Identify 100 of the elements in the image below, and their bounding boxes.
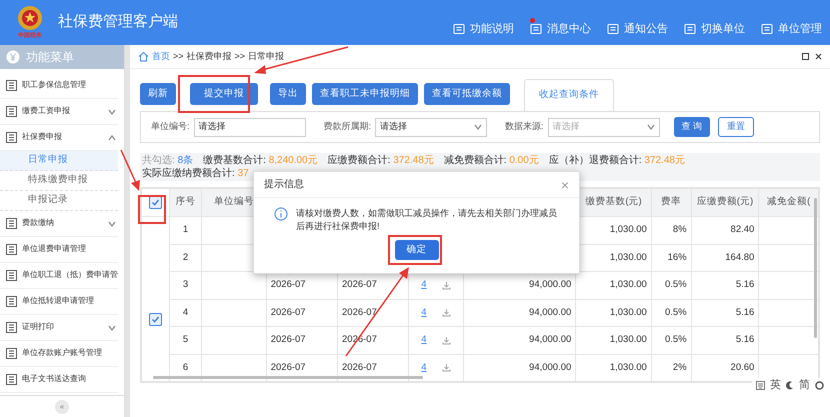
breadcrumb-item[interactable]: 首页	[152, 50, 170, 64]
dialog-title: 提示信息	[264, 178, 304, 192]
nav-icon	[761, 22, 773, 35]
input-field[interactable]: 请选择	[194, 118, 306, 136]
summary-item: 实际应缴纳费额合计: 37	[142, 167, 250, 180]
table-cell: 2026-07	[270, 306, 306, 318]
sidebar-item[interactable]: 单位存款账户账号管理	[0, 341, 118, 367]
column-header: 缴费基数(元)	[585, 196, 642, 208]
sidebar-item[interactable]: 费款缴纳	[0, 211, 118, 237]
toolbar-button[interactable]: 刷新	[140, 83, 176, 105]
count-link[interactable]: 4	[421, 306, 427, 320]
confirm-button[interactable]: 确定	[394, 240, 438, 260]
sidebar-item[interactable]: 缴费工资申报	[0, 99, 118, 125]
breadcrumb-separator: >>	[173, 50, 184, 63]
download-icon[interactable]	[442, 363, 451, 372]
download-icon[interactable]	[442, 336, 451, 345]
sidebar-subitem[interactable]: 申报记录	[0, 191, 118, 211]
table-cell: 0.5%	[664, 334, 687, 346]
table-cell: 2026-07	[342, 306, 377, 318]
count-link[interactable]: 4	[421, 333, 427, 348]
chevron-down-icon	[108, 108, 116, 116]
list-icon	[6, 244, 17, 255]
info-icon	[274, 207, 288, 221]
table-cell: 1,030.00	[610, 334, 647, 346]
column-header: 费率	[661, 196, 682, 208]
column-header: 应缴费额(元)	[696, 196, 754, 208]
collapse-button[interactable]: «	[55, 400, 69, 414]
toolbar-button[interactable]: 查看职工未申报明细	[312, 83, 418, 105]
table-cell: 1,030.00	[610, 224, 647, 236]
breadcrumb-item[interactable]: 日常申报	[248, 50, 284, 64]
search-button[interactable]: 查 询	[674, 117, 710, 137]
count-link[interactable]: 4	[421, 278, 427, 292]
restore-icon[interactable]	[802, 53, 809, 60]
header-nav-item[interactable]: 通知公告	[607, 20, 668, 37]
table-cell: 5.16	[736, 279, 754, 290]
table-cell: 1,030.00	[610, 306, 647, 318]
header-nav-item[interactable]: 切换单位	[684, 20, 745, 37]
sidebar-item[interactable]: 单位职工退（抵）费申请管	[0, 263, 118, 289]
table-cell: 16%	[668, 252, 687, 263]
sidebar-item[interactable]: 电子文书送达查询	[0, 367, 118, 393]
column-header: 单位编号	[214, 196, 254, 208]
list-icon	[6, 348, 17, 359]
chevron-down-icon	[108, 220, 116, 228]
sidebar-item[interactable]: 证明打印	[0, 315, 118, 341]
sidebar-subitem[interactable]: 特殊缴费申报	[0, 171, 118, 191]
checkbox[interactable]	[148, 312, 162, 326]
table-cell: 82.40	[730, 224, 754, 236]
list-icon	[6, 374, 17, 385]
filter-label: 费款所属期:	[324, 120, 372, 134]
header-nav-item[interactable]: 单位管理	[761, 20, 822, 37]
breadcrumb-item[interactable]: 社保费申报	[186, 50, 232, 64]
header-nav-item[interactable]: 功能说明	[453, 20, 514, 37]
list-icon	[6, 296, 17, 307]
close-button[interactable]: ×	[560, 178, 569, 192]
table-cell: 94,000.00	[529, 334, 572, 346]
table-cell: 0.5%	[664, 306, 687, 318]
app-title: 社保费管理客户端	[58, 12, 178, 32]
select-field[interactable]: 请选择	[548, 118, 660, 136]
sidebar-item[interactable]: 单位抵转退申请管理	[0, 289, 118, 315]
toolbar-button[interactable]: 提交申报	[190, 83, 258, 105]
select-field[interactable]: 请选择	[375, 118, 488, 136]
highlight-frame	[388, 235, 442, 265]
list-icon	[6, 80, 17, 91]
sidebar-title: 功能菜单	[26, 49, 74, 66]
collapse-filter-tab[interactable]: 收起查询条件	[524, 79, 614, 111]
table-cell: 94,000.00	[529, 362, 572, 373]
sidebar-subitem[interactable]: 日常申报	[0, 151, 118, 171]
download-icon[interactable]	[442, 308, 451, 318]
table-cell: 1,030.00	[610, 252, 647, 263]
annotation-arrow	[120, 150, 140, 191]
download-icon[interactable]	[442, 280, 451, 290]
chevron-down-icon	[474, 123, 482, 131]
summary-item: 应（补）退费额合计: 372.48元	[548, 154, 685, 167]
header-nav-item[interactable]: 消息中心	[530, 20, 591, 37]
table-cell: 2026-07	[342, 362, 377, 373]
list-icon	[6, 270, 17, 281]
nav-icon	[607, 22, 619, 35]
table-cell: 1,030.00	[610, 362, 647, 373]
summary-item: 减免费额合计: 0.00元	[444, 154, 539, 167]
highlight-frame	[178, 75, 250, 113]
chevron-down-icon	[108, 324, 116, 332]
reset-button[interactable]: 重置	[718, 117, 754, 137]
sidebar-item[interactable]: 单位退费申请管理	[0, 237, 118, 263]
table-cell: 2%	[672, 362, 687, 373]
table-cell: 5.16	[736, 334, 754, 346]
toolbar-button[interactable]: 查看可抵缴余额	[424, 83, 510, 105]
sidebar-item[interactable]: 职工参保信息管理	[0, 73, 118, 99]
count-link[interactable]: 4	[421, 360, 427, 375]
table-cell: 94,000.00	[529, 279, 572, 290]
close-icon[interactable]	[815, 53, 822, 60]
checkmark-icon	[150, 314, 160, 324]
table-cell: 8%	[672, 224, 687, 236]
checkbox[interactable]	[148, 196, 162, 209]
moon-icon	[786, 381, 794, 390]
highlight-frame	[138, 195, 166, 224]
toolbar-button[interactable]: 导出	[270, 83, 306, 105]
table-cell: 2026-07	[342, 279, 377, 290]
table-cell: 1	[182, 224, 188, 236]
home-icon	[138, 51, 149, 62]
list-icon	[6, 106, 17, 117]
